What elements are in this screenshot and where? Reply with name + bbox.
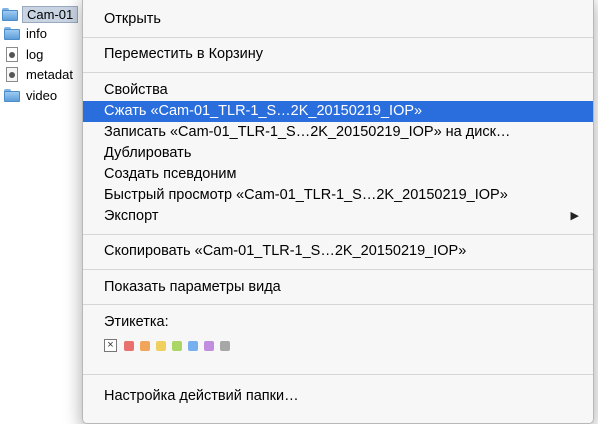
menu-item-burn-to-disc[interactable]: Записать «Cam-01_TLR-1_S…2K_20150219_IOP… bbox=[83, 122, 593, 143]
menu-item-duplicate[interactable]: Дублировать bbox=[83, 143, 593, 164]
tag-yellow[interactable] bbox=[156, 340, 166, 351]
finder-item-cam-01[interactable]: Cam-01 bbox=[2, 5, 79, 24]
menu-separator bbox=[83, 72, 593, 73]
file-icon bbox=[6, 47, 18, 62]
menu-item-open[interactable]: Открыть bbox=[83, 9, 593, 30]
finder-item-label: info bbox=[26, 26, 47, 41]
menu-item-folder-actions[interactable]: Настройка действий папки… bbox=[83, 386, 593, 407]
menu-item-make-alias[interactable]: Создать псевдоним bbox=[83, 164, 593, 185]
menu-item-quick-look[interactable]: Быстрый просмотр «Cam-01_TLR-1_S…2K_2015… bbox=[83, 185, 593, 206]
tag-gray[interactable] bbox=[220, 340, 230, 351]
finder-item-log[interactable]: log bbox=[4, 45, 43, 64]
tag-red[interactable] bbox=[124, 340, 134, 351]
tag-green[interactable] bbox=[172, 340, 182, 351]
menu-item-show-view-options[interactable]: Показать параметры вида bbox=[83, 277, 593, 298]
finder-item-metadata[interactable]: metadat bbox=[4, 65, 73, 84]
menu-item-export-label: Экспорт bbox=[104, 208, 159, 224]
finder-item-video[interactable]: video bbox=[4, 86, 57, 105]
tags-label: Этикетка: bbox=[104, 314, 169, 330]
tag-color-picker: × bbox=[104, 339, 236, 352]
clear-tag-button[interactable]: × bbox=[104, 339, 117, 352]
menu-item-export[interactable]: Экспорт ▶ bbox=[83, 206, 593, 227]
menu-separator bbox=[83, 374, 593, 375]
folder-icon bbox=[2, 8, 18, 21]
finder-item-label: Cam-01 bbox=[22, 6, 79, 23]
menu-separator bbox=[83, 234, 593, 235]
finder-item-info[interactable]: info bbox=[4, 24, 47, 43]
folder-icon bbox=[4, 27, 20, 40]
menu-item-properties[interactable]: Свойства bbox=[83, 80, 593, 101]
menu-item-compress[interactable]: Сжать «Cam-01_TLR-1_S…2K_20150219_IOP» bbox=[83, 101, 593, 122]
folder-icon bbox=[4, 89, 20, 102]
menu-separator bbox=[83, 269, 593, 270]
finder-item-label: metadat bbox=[26, 67, 73, 82]
finder-item-label: video bbox=[26, 88, 58, 103]
submenu-arrow-icon: ▶ bbox=[570, 210, 579, 222]
finder-item-label: log bbox=[26, 47, 44, 62]
metadata-file-icon bbox=[6, 67, 18, 82]
tag-orange[interactable] bbox=[140, 340, 150, 351]
context-menu: Открыть Переместить в Корзину Свойства С… bbox=[82, 0, 594, 424]
menu-item-move-to-trash[interactable]: Переместить в Корзину bbox=[83, 44, 593, 65]
tag-purple[interactable] bbox=[204, 340, 214, 351]
menu-separator bbox=[83, 37, 593, 38]
menu-item-copy[interactable]: Скопировать «Cam-01_TLR-1_S…2K_20150219_… bbox=[83, 241, 593, 262]
tag-blue[interactable] bbox=[188, 340, 198, 351]
menu-separator bbox=[83, 304, 593, 305]
